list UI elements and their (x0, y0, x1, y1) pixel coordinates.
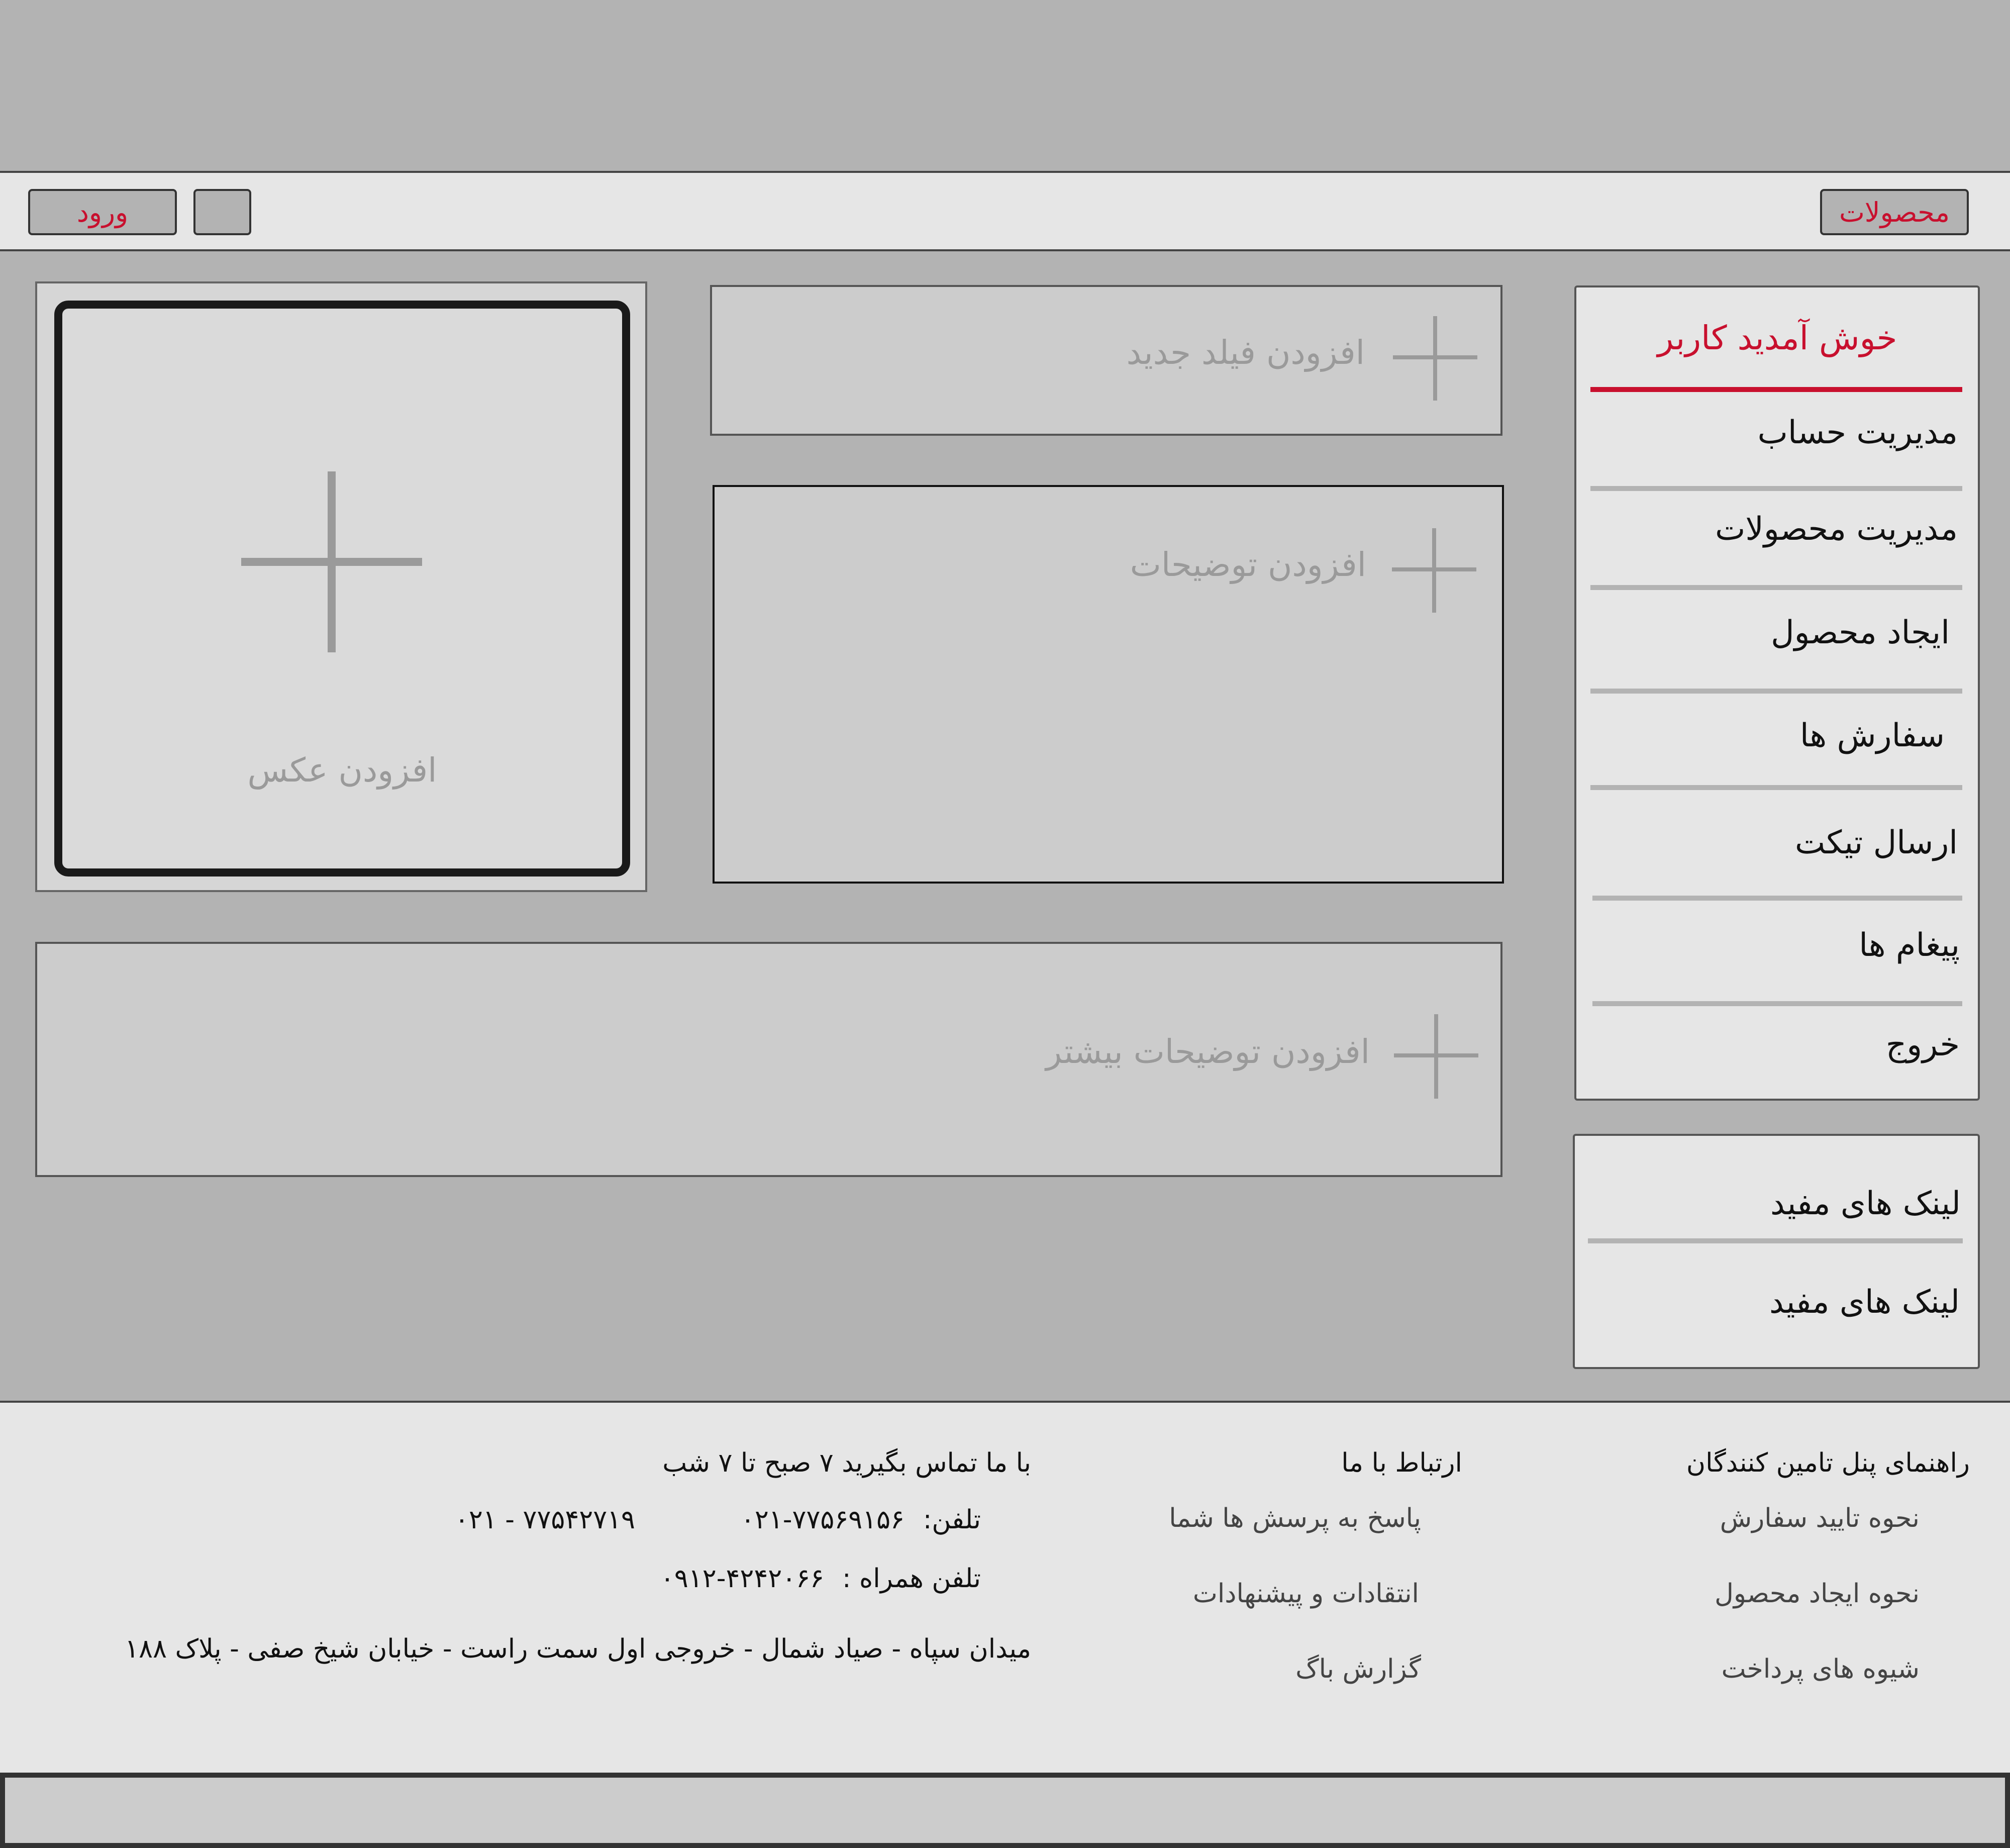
more-description-panel[interactable]: افزودن توضیحات بیشتر (35, 942, 1502, 1177)
useful-links-panel: لینک های مفید لینک های مفید (1573, 1134, 1980, 1369)
useful-link[interactable]: لینک های مفید (1770, 1185, 1961, 1222)
footer-guide-title: راهنمای پنل تامین کنندگان (1686, 1448, 1970, 1478)
plus-icon-vertical (1433, 316, 1437, 401)
sidebar-item-create-product[interactable]: ایجاد محصول (1771, 614, 1950, 651)
login-button[interactable]: ورود (28, 189, 177, 235)
description-panel[interactable]: افزودن توضیحات (713, 485, 1504, 884)
add-photo-label: افزودن عکس (247, 751, 437, 790)
sidebar-item-messages[interactable]: پیغام ها (1859, 927, 1960, 964)
useful-link[interactable]: لینک های مفید (1769, 1284, 1960, 1321)
footer-link[interactable]: پاسخ به پرسش ها شما (1169, 1503, 1421, 1533)
login-button-label: ورود (76, 196, 129, 228)
mobile-number: ۰۹۱۲-۴۲۴۲۰۶۶ (660, 1564, 824, 1594)
sidebar-item-manage-products[interactable]: مدیریت محصولات (1715, 511, 1958, 548)
photo-upload-panel: افزودن عکس (35, 281, 647, 892)
plus-icon-vertical (1434, 1014, 1438, 1099)
phone-number: ۰۲۱-۷۷۵۶۹۱۵۶ (741, 1505, 904, 1535)
divider (1590, 486, 1962, 491)
divider (1592, 1001, 1962, 1006)
phone-number: ۰۲۱ - ۷۷۵۴۲۷۱۹ (454, 1505, 635, 1535)
address: میدان سپاه - صیاد شمال - خروجی اول سمت ر… (125, 1634, 1031, 1664)
bottom-bar (0, 1773, 2010, 1848)
divider (1590, 585, 1962, 590)
mobile-label: تلفن همراه : (842, 1564, 981, 1594)
plus-icon-vertical (328, 471, 336, 652)
divider (1590, 785, 1962, 790)
footer-contact-title: ارتباط با ما (1341, 1448, 1462, 1478)
welcome-underline (1590, 387, 1962, 392)
footer-link[interactable]: شیوه های پرداخت (1722, 1654, 1920, 1684)
plus-icon-vertical (1432, 528, 1436, 613)
add-field-label: افزودن فیلد جدید (1126, 333, 1365, 372)
sidebar-item-send-ticket[interactable]: ارسال تیکت (1795, 824, 1958, 861)
footer-link[interactable]: نحوه ایجاد محصول (1715, 1579, 1920, 1609)
photo-dropzone[interactable]: افزودن عکس (54, 301, 630, 877)
divider (1592, 896, 1962, 901)
phone-label: تلفن: (923, 1505, 981, 1535)
footer-hours-title: با ما تماس بگیرید ۷ صبح تا ۷ شب (662, 1448, 1031, 1478)
add-more-description-label: افزودن توضیحات بیشتر (1046, 1032, 1370, 1071)
sidebar-menu: خوش آمدید کاربر مدیریت حساب مدیریت محصول… (1574, 285, 1980, 1101)
top-navbar: ورود محصولات (0, 171, 2010, 251)
divider (1588, 1238, 1963, 1243)
add-field-panel[interactable]: افزودن فیلد جدید (710, 285, 1502, 436)
footer: راهنمای پنل تامین کنندگان نحوه تایید سفا… (0, 1401, 2010, 1773)
sidebar-item-orders[interactable]: سفارش ها (1800, 717, 1945, 754)
add-description-label: افزودن توضیحات (1130, 545, 1366, 584)
welcome-title: خوش آمدید کاربر (1657, 319, 1897, 357)
divider (1590, 689, 1962, 694)
footer-link[interactable]: انتقادات و پیشنهادات (1193, 1579, 1419, 1609)
footer-link[interactable]: نحوه تایید سفارش (1720, 1503, 1920, 1533)
products-button[interactable]: محصولات (1820, 189, 1969, 235)
footer-link[interactable]: گزارش باگ (1295, 1654, 1421, 1684)
sidebar-item-account[interactable]: مدیریت حساب (1758, 414, 1958, 451)
products-button-label: محصولات (1839, 196, 1950, 228)
nav-icon-button[interactable] (193, 189, 251, 235)
sidebar-item-logout[interactable]: خروج (1886, 1026, 1960, 1063)
